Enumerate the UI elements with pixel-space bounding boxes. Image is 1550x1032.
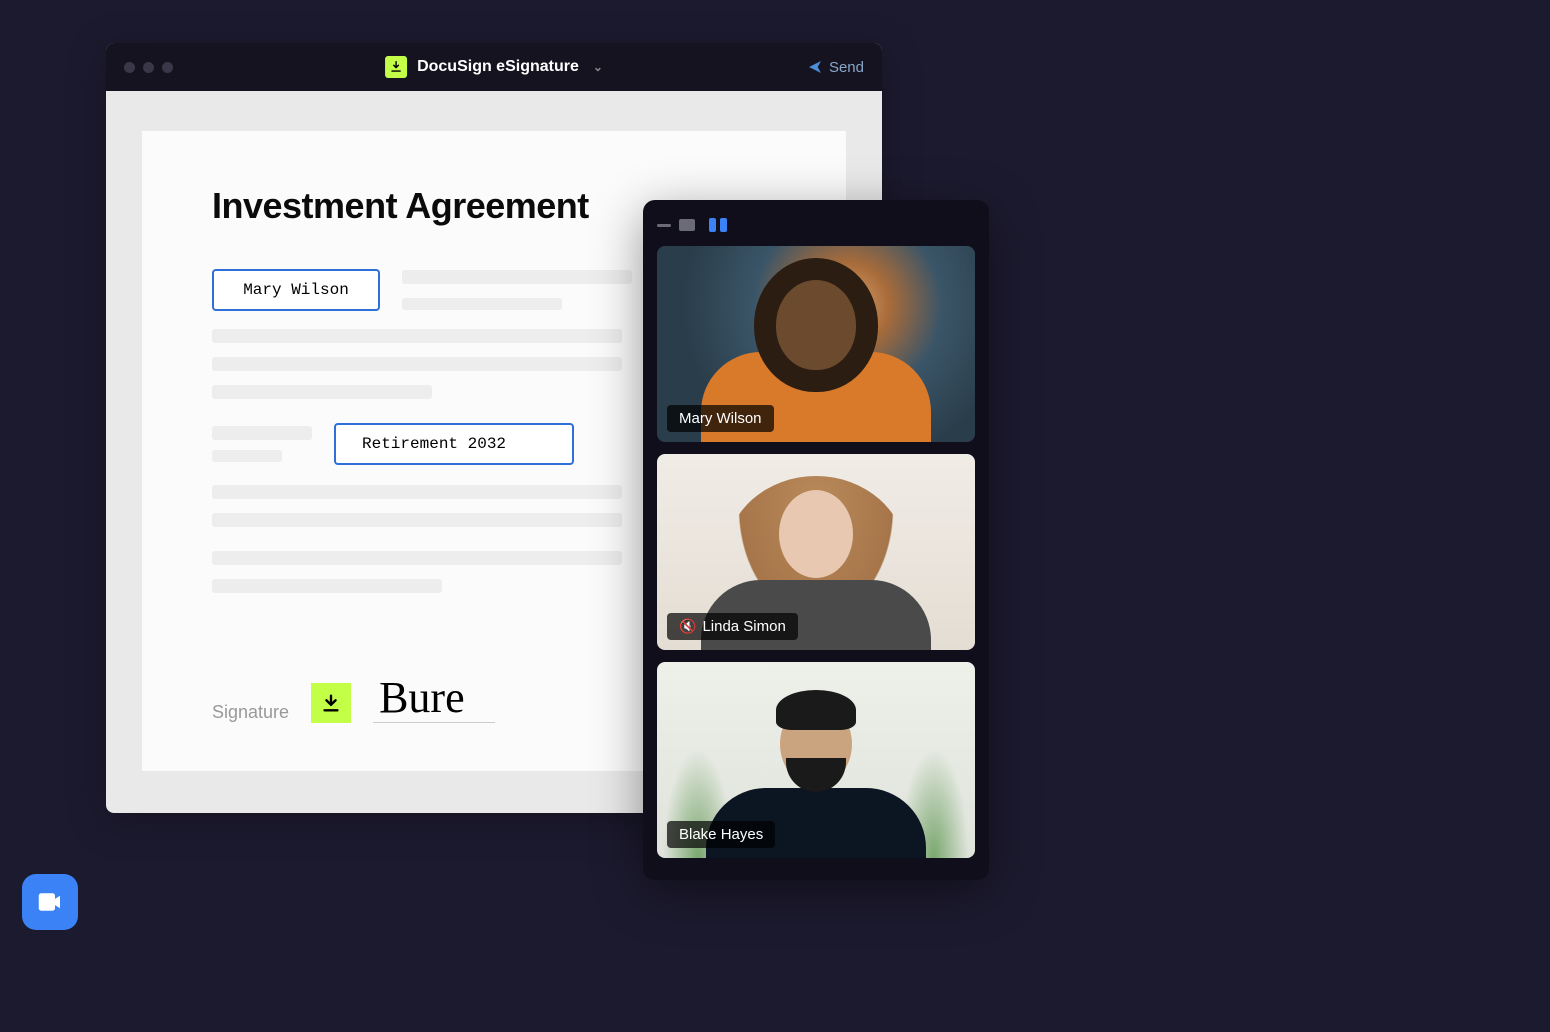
send-label: Send [829, 59, 864, 76]
layout-toggle-icon[interactable] [709, 218, 727, 232]
chevron-down-icon: ⌄ [593, 60, 603, 74]
app-name: DocuSign eSignature [417, 58, 579, 76]
app-title-dropdown[interactable]: DocuSign eSignature ⌄ [385, 56, 603, 78]
video-window-controls[interactable] [657, 214, 975, 236]
participant-name-tag: Mary Wilson [667, 405, 774, 432]
control-dot[interactable] [162, 62, 173, 73]
docusign-download-icon [385, 56, 407, 78]
window-controls[interactable] [124, 62, 173, 73]
participant-name-tag: Blake Hayes [667, 821, 775, 848]
participant-tile[interactable]: 🔇 Linda Simon [657, 454, 975, 650]
participant-name: Linda Simon [702, 618, 785, 635]
signature-label: Signature [212, 702, 289, 723]
plan-field[interactable]: Retirement 2032 [334, 423, 574, 465]
send-icon [807, 59, 823, 75]
window-icon[interactable] [679, 219, 695, 231]
name-field[interactable]: Mary Wilson [212, 269, 380, 311]
participant-name: Mary Wilson [679, 410, 762, 427]
mic-muted-icon: 🔇 [679, 618, 696, 635]
signature-script[interactable]: Bure [373, 676, 495, 723]
participant-name-tag: 🔇 Linda Simon [667, 613, 798, 640]
camera-icon [35, 887, 65, 917]
video-app-fab[interactable] [22, 874, 78, 930]
control-dot[interactable] [143, 62, 154, 73]
participant-tile[interactable]: Blake Hayes [657, 662, 975, 858]
send-button[interactable]: Send [807, 59, 864, 76]
titlebar: DocuSign eSignature ⌄ Send [106, 43, 882, 91]
control-dot[interactable] [124, 62, 135, 73]
signature-stamp-icon[interactable] [311, 683, 351, 723]
signature-row: Signature Bure [212, 676, 495, 723]
minimize-icon[interactable] [657, 224, 671, 227]
participant-tile[interactable]: Mary Wilson [657, 246, 975, 442]
video-call-panel: Mary Wilson 🔇 Linda Simon Blake Hayes [643, 200, 989, 880]
participant-name: Blake Hayes [679, 826, 763, 843]
